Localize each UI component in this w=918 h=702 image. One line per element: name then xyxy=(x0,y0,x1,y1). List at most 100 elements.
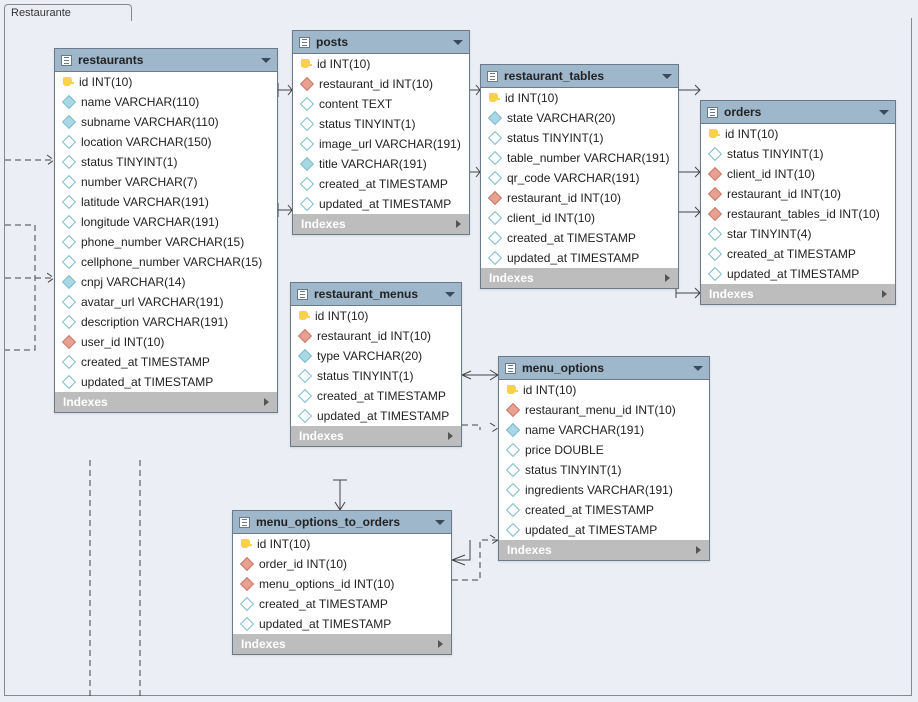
column-row[interactable]: status TINYINT(1) xyxy=(701,144,895,164)
column-row[interactable]: ingredients VARCHAR(191) xyxy=(499,480,709,500)
column-row[interactable]: id INT(10) xyxy=(499,380,709,400)
indexes-row[interactable]: Indexes xyxy=(701,284,895,304)
column-row[interactable]: restaurant_id INT(10) xyxy=(701,184,895,204)
column-row[interactable]: updated_at TIMESTAMP xyxy=(293,194,469,214)
collapse-icon[interactable] xyxy=(693,366,703,371)
column-row[interactable]: created_at TIMESTAMP xyxy=(701,244,895,264)
column-row[interactable]: client_id INT(10) xyxy=(481,208,678,228)
indexes-row[interactable]: Indexes xyxy=(55,392,277,412)
column-row[interactable]: status TINYINT(1) xyxy=(499,460,709,480)
indexes-row[interactable]: Indexes xyxy=(481,268,678,288)
column-row[interactable]: created_at TIMESTAMP xyxy=(55,352,277,372)
indexes-row[interactable]: Indexes xyxy=(293,214,469,234)
column-row[interactable]: image_url VARCHAR(191) xyxy=(293,134,469,154)
table-header[interactable]: orders xyxy=(701,101,895,124)
table-menu-options[interactable]: menu_options id INT(10)restaurant_menu_i… xyxy=(498,356,710,561)
collapse-icon[interactable] xyxy=(261,58,271,63)
column-row[interactable]: created_at TIMESTAMP xyxy=(293,174,469,194)
table-header[interactable]: posts xyxy=(293,31,469,54)
column-label: latitude VARCHAR(191) xyxy=(81,195,209,209)
column-row[interactable]: restaurant_menu_id INT(10) xyxy=(499,400,709,420)
column-row[interactable]: description VARCHAR(191) xyxy=(55,312,277,332)
table-restaurant-tables[interactable]: restaurant_tables id INT(10)state VARCHA… xyxy=(480,64,679,289)
column-row[interactable]: longitude VARCHAR(191) xyxy=(55,212,277,232)
column-row[interactable]: cellphone_number VARCHAR(15) xyxy=(55,252,277,272)
column-row[interactable]: star TINYINT(4) xyxy=(701,224,895,244)
table-orders[interactable]: orders id INT(10)status TINYINT(1)client… xyxy=(700,100,896,305)
column-row[interactable]: created_at TIMESTAMP xyxy=(481,228,678,248)
column-list: id INT(10)status TINYINT(1)client_id INT… xyxy=(701,124,895,284)
column-row[interactable]: client_id INT(10) xyxy=(701,164,895,184)
table-header[interactable]: menu_options_to_orders xyxy=(233,511,451,534)
column-row[interactable]: title VARCHAR(191) xyxy=(293,154,469,174)
collapse-icon[interactable] xyxy=(453,40,463,45)
column-row[interactable]: id INT(10) xyxy=(233,534,451,554)
column-row[interactable]: state VARCHAR(20) xyxy=(481,108,678,128)
column-row[interactable]: created_at TIMESTAMP xyxy=(291,386,461,406)
column-row[interactable]: price DOUBLE xyxy=(499,440,709,460)
indexes-row[interactable]: Indexes xyxy=(499,540,709,560)
column-row[interactable]: user_id INT(10) xyxy=(55,332,277,352)
column-row[interactable]: status TINYINT(1) xyxy=(481,128,678,148)
column-row[interactable]: table_number VARCHAR(191) xyxy=(481,148,678,168)
expand-icon[interactable] xyxy=(665,274,670,282)
collapse-icon[interactable] xyxy=(662,74,672,79)
column-row[interactable]: qr_code VARCHAR(191) xyxy=(481,168,678,188)
column-row[interactable]: type VARCHAR(20) xyxy=(291,346,461,366)
column-row[interactable]: order_id INT(10) xyxy=(233,554,451,574)
column-row[interactable]: restaurant_id INT(10) xyxy=(293,74,469,94)
column-row[interactable]: id INT(10) xyxy=(293,54,469,74)
column-row[interactable]: number VARCHAR(7) xyxy=(55,172,277,192)
column-row[interactable]: latitude VARCHAR(191) xyxy=(55,192,277,212)
table-header[interactable]: restaurant_tables xyxy=(481,65,678,88)
indexes-row[interactable]: Indexes xyxy=(291,426,461,446)
table-restaurants[interactable]: restaurants id INT(10)name VARCHAR(110)s… xyxy=(54,48,278,413)
column-row[interactable]: created_at TIMESTAMP xyxy=(233,594,451,614)
column-row[interactable]: restaurant_id INT(10) xyxy=(291,326,461,346)
expand-icon[interactable] xyxy=(696,546,701,554)
column-row[interactable]: id INT(10) xyxy=(291,306,461,326)
column-row[interactable]: content TEXT xyxy=(293,94,469,114)
column-row[interactable]: status TINYINT(1) xyxy=(293,114,469,134)
column-row[interactable]: cnpj VARCHAR(14) xyxy=(55,272,277,292)
table-header[interactable]: restaurants xyxy=(55,49,277,72)
column-row[interactable]: updated_at TIMESTAMP xyxy=(499,520,709,540)
table-restaurant-menus[interactable]: restaurant_menus id INT(10)restaurant_id… xyxy=(290,282,462,447)
expand-icon[interactable] xyxy=(448,432,453,440)
table-menu-options-to-orders[interactable]: menu_options_to_orders id INT(10)order_i… xyxy=(232,510,452,655)
column-row[interactable]: restaurant_id INT(10) xyxy=(481,188,678,208)
column-row[interactable]: status TINYINT(1) xyxy=(55,152,277,172)
expand-icon[interactable] xyxy=(264,398,269,406)
collapse-icon[interactable] xyxy=(445,292,455,297)
column-row[interactable]: updated_at TIMESTAMP xyxy=(233,614,451,634)
column-row[interactable]: updated_at TIMESTAMP xyxy=(701,264,895,284)
column-row[interactable]: subname VARCHAR(110) xyxy=(55,112,277,132)
column-row[interactable]: restaurant_tables_id INT(10) xyxy=(701,204,895,224)
column-row[interactable]: location VARCHAR(150) xyxy=(55,132,277,152)
collapse-icon[interactable] xyxy=(879,110,889,115)
column-row[interactable]: updated_at TIMESTAMP xyxy=(291,406,461,426)
column-row[interactable]: menu_options_id INT(10) xyxy=(233,574,451,594)
table-header[interactable]: menu_options xyxy=(499,357,709,380)
column-row[interactable]: id INT(10) xyxy=(481,88,678,108)
table-header[interactable]: restaurant_menus xyxy=(291,283,461,306)
expand-icon[interactable] xyxy=(882,290,887,298)
indexes-row[interactable]: Indexes xyxy=(233,634,451,654)
column-row[interactable]: name VARCHAR(191) xyxy=(499,420,709,440)
column-row[interactable]: id INT(10) xyxy=(701,124,895,144)
column-row[interactable]: updated_at TIMESTAMP xyxy=(55,372,277,392)
column-row[interactable]: updated_at TIMESTAMP xyxy=(481,248,678,268)
column-row[interactable]: created_at TIMESTAMP xyxy=(499,500,709,520)
column-row[interactable]: phone_number VARCHAR(15) xyxy=(55,232,277,252)
expand-icon[interactable] xyxy=(438,640,443,648)
column-row[interactable]: avatar_url VARCHAR(191) xyxy=(55,292,277,312)
collapse-icon[interactable] xyxy=(435,520,445,525)
column-row[interactable]: id INT(10) xyxy=(55,72,277,92)
column-icon xyxy=(62,235,76,249)
column-row[interactable]: name VARCHAR(110) xyxy=(55,92,277,112)
column-icon xyxy=(488,251,502,265)
table-posts[interactable]: posts id INT(10)restaurant_id INT(10)con… xyxy=(292,30,470,235)
column-row[interactable]: status TINYINT(1) xyxy=(291,366,461,386)
expand-icon[interactable] xyxy=(456,220,461,228)
foreign-key-icon xyxy=(298,329,312,343)
